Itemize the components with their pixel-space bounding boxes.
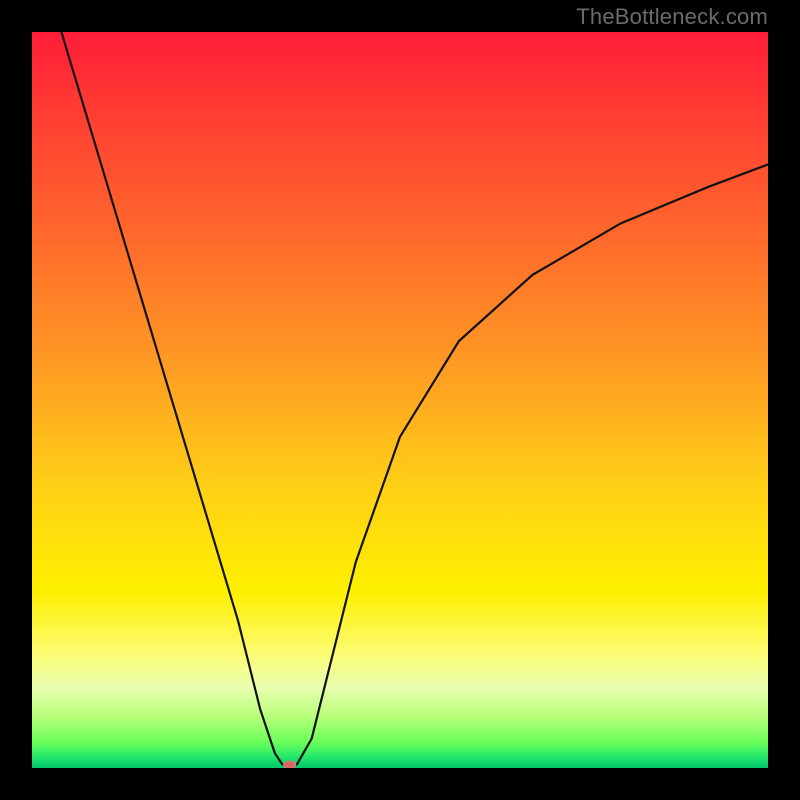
watermark-text: TheBottleneck.com bbox=[576, 4, 768, 30]
vertex-marker bbox=[284, 761, 296, 768]
plot-area bbox=[32, 32, 768, 768]
plot-svg bbox=[32, 32, 768, 768]
bottleneck-curve bbox=[61, 32, 768, 768]
chart-frame: TheBottleneck.com bbox=[0, 0, 800, 800]
